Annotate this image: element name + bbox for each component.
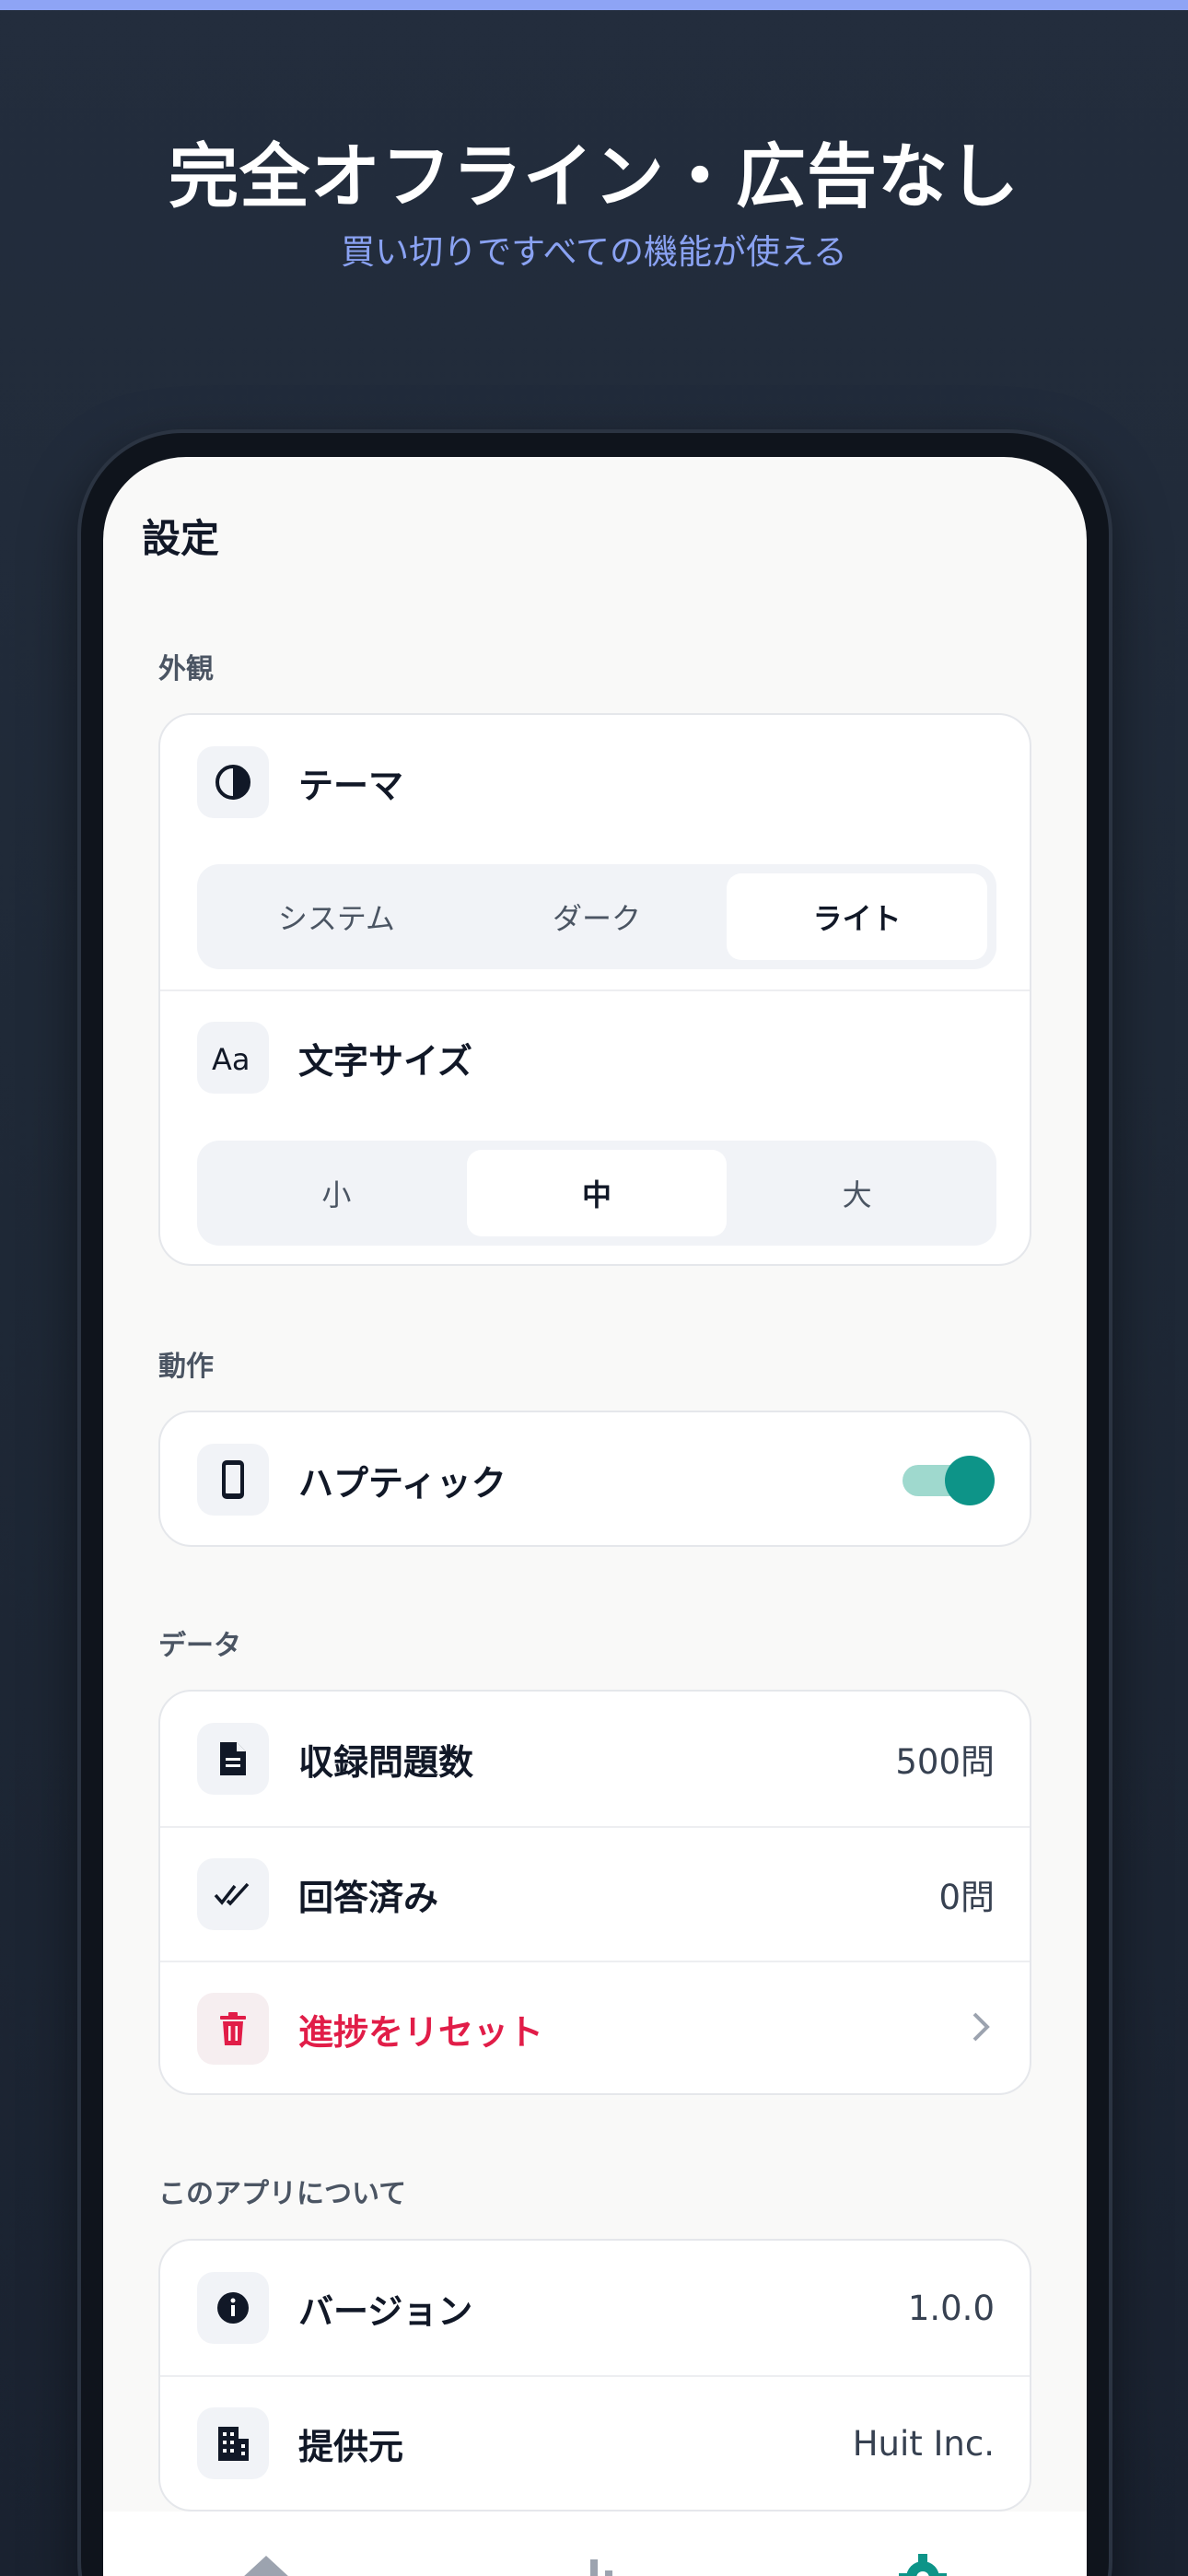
tab-bar (103, 2512, 1087, 2576)
data-card: 収録問題数 500問 回答済み 0問 進捗をリセット (158, 1690, 1031, 2095)
answered-label: 回答済み (298, 1877, 439, 1918)
section-label-data: データ (158, 1630, 241, 1662)
document-icon (197, 1723, 269, 1795)
version-value: 1.0.0 (907, 2288, 995, 2328)
theme-option-light[interactable]: ライト (727, 873, 988, 960)
haptic-toggle[interactable] (903, 1454, 995, 1505)
contrast-icon (197, 746, 269, 818)
page-title: 設定 (142, 516, 220, 561)
building-icon (197, 2407, 269, 2479)
font-size-row: Aa 文字サイズ (160, 989, 1030, 1124)
question-count-label: 収録問題数 (298, 1741, 474, 1783)
font-size-label: 文字サイズ (298, 1040, 472, 1082)
version-row: バージョン 1.0.0 (160, 2241, 1030, 2375)
appearance-card: テーマ システム ダーク ライト Aa 文字サイズ 小 中 大 (158, 713, 1031, 1266)
provider-value: Huit Inc. (852, 2423, 995, 2464)
reset-progress-label: 進捗をリセット (298, 2011, 544, 2053)
stats-icon[interactable] (568, 2548, 623, 2576)
home-icon[interactable] (239, 2548, 294, 2576)
toggle-knob (945, 1456, 995, 1505)
about-card: バージョン 1.0.0 提供元 Huit Inc. (158, 2239, 1031, 2512)
version-label: バージョン (298, 2290, 473, 2332)
phone-icon (197, 1444, 269, 1516)
theme-option-system[interactable]: システム (206, 873, 467, 960)
provider-row: 提供元 Huit Inc. (160, 2375, 1030, 2510)
answered-row: 回答済み 0問 (160, 1826, 1030, 1961)
promo-subline: 買い切りですべての機能が使える (341, 232, 847, 272)
settings-screen: 設定 外観 テーマ システム ダーク ライト Aa 文字サイズ 小 中 大 動作 (103, 457, 1087, 2576)
section-label-behavior: 動作 (158, 1351, 214, 1383)
font-size-option-small[interactable]: 小 (206, 1150, 467, 1236)
text-size-icon: Aa (197, 1022, 269, 1094)
font-size-option-large[interactable]: 大 (727, 1150, 987, 1236)
top-accent-bar (0, 0, 1188, 10)
theme-option-dark[interactable]: ダーク (467, 873, 728, 960)
theme-label: テーマ (298, 765, 404, 806)
double-check-icon (197, 1858, 269, 1930)
haptic-row: ハプティック (160, 1412, 1030, 1545)
promo-headline: 完全オフライン・広告なし (169, 135, 1019, 217)
section-label-about: このアプリについて (158, 2178, 407, 2210)
answered-value: 0問 (938, 1878, 995, 1917)
info-icon (197, 2272, 269, 2344)
reset-progress-row[interactable]: 進捗をリセット (160, 1961, 1030, 2093)
question-count-value: 500問 (895, 1742, 995, 1782)
chevron-right-icon (971, 2010, 991, 2047)
section-label-appearance: 外観 (158, 653, 214, 685)
svg-text:Aa: Aa (212, 1042, 250, 1077)
trash-icon (197, 1993, 269, 2065)
behavior-card: ハプティック (158, 1411, 1031, 1547)
settings-icon[interactable] (895, 2548, 950, 2576)
font-size-option-medium[interactable]: 中 (466, 1150, 728, 1236)
theme-row: テーマ (160, 715, 1030, 849)
haptic-label: ハプティック (298, 1462, 507, 1504)
provider-label: 提供元 (298, 2426, 404, 2467)
theme-segmented-control: システム ダーク ライト (197, 864, 996, 969)
font-size-segmented-control: 小 中 大 (197, 1141, 996, 1246)
question-count-row: 収録問題数 500問 (160, 1692, 1030, 1826)
